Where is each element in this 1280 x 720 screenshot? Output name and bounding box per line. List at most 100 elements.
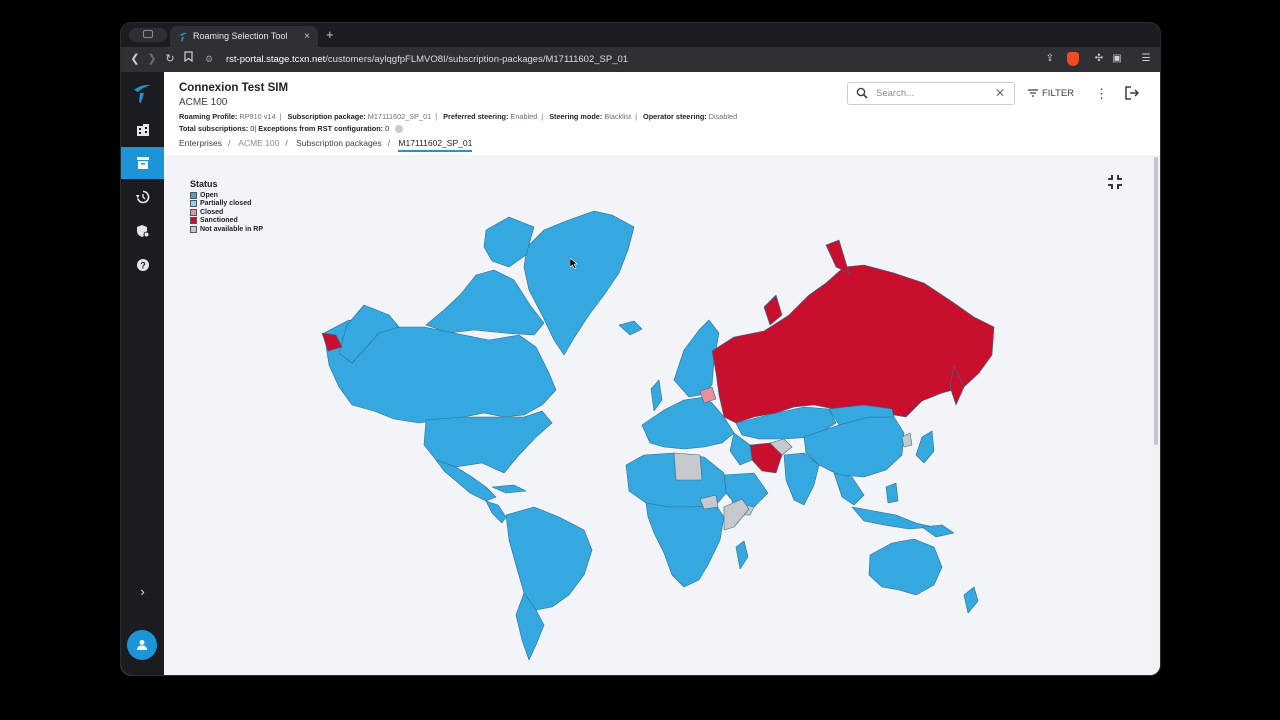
telenor-logo-icon[interactable] bbox=[130, 81, 154, 105]
history-icon bbox=[135, 190, 149, 204]
operator-steering-label: Operator steering: bbox=[643, 112, 707, 121]
filter-label: FILTER bbox=[1042, 88, 1075, 99]
security-settings-icon bbox=[136, 225, 149, 238]
forward-icon[interactable]: ❯ bbox=[144, 51, 160, 67]
country-uk bbox=[650, 379, 663, 412]
country-greenland bbox=[523, 210, 635, 356]
bookmark-icon[interactable] bbox=[180, 51, 196, 67]
wallet-icon[interactable]: ▣ bbox=[1110, 51, 1124, 67]
sidebar: ? › bbox=[121, 72, 164, 675]
scrollbar[interactable] bbox=[1152, 155, 1160, 675]
tab-close-icon[interactable]: × bbox=[304, 26, 310, 47]
sidebar-item-packages[interactable] bbox=[121, 147, 164, 179]
legend-item-partially-closed: Partially closed bbox=[190, 200, 263, 209]
package-meta: Roaming Profile: RP910 v14 | Subscription… bbox=[179, 112, 738, 121]
exceptions-value: 0 bbox=[385, 124, 390, 133]
breadcrumb-acme[interactable]: ACME 100 bbox=[238, 138, 279, 148]
country-iceland bbox=[618, 320, 643, 336]
clear-search-icon[interactable]: ✕ bbox=[995, 83, 1005, 104]
browser-window: Roaming Selection Tool × + ❮ ❯ ↻ ⚙ rst-p… bbox=[121, 23, 1160, 675]
roaming-profile-value: RP910 v14 bbox=[239, 112, 276, 121]
share-icon[interactable]: ⇪ bbox=[1043, 51, 1057, 67]
country-india bbox=[783, 452, 820, 506]
country-australia bbox=[868, 538, 943, 596]
filter-icon bbox=[1028, 89, 1038, 98]
legend-item-not-available: Not available in RP bbox=[190, 225, 263, 234]
region-central-africa bbox=[645, 502, 725, 588]
subscription-meta: Total subscriptions: 0| Exceptions from … bbox=[179, 124, 404, 134]
url-path: /customers/aylqgfpFLMVO8I/subscription-p… bbox=[325, 54, 629, 65]
search-input[interactable]: Search... ✕ bbox=[847, 82, 1015, 105]
enterprise-icon bbox=[136, 124, 149, 136]
legend-item-open: Open bbox=[190, 191, 263, 200]
user-avatar[interactable] bbox=[127, 630, 157, 660]
tab-strip: Roaming Selection Tool × + bbox=[121, 23, 1160, 47]
sidebar-toggle-button[interactable] bbox=[129, 28, 167, 42]
search-placeholder: Search... bbox=[876, 88, 915, 99]
tab-title: Roaming Selection Tool bbox=[193, 31, 288, 41]
country-canada-archipelago bbox=[425, 269, 545, 336]
sidebar-item-enterprises[interactable] bbox=[121, 114, 164, 146]
app: ? › Connexion Test SIM ACME 100 Roaming … bbox=[121, 72, 1160, 675]
breadcrumb-enterprises[interactable]: Enterprises bbox=[179, 138, 222, 148]
country-russia bbox=[711, 264, 995, 424]
info-icon[interactable] bbox=[395, 125, 404, 134]
breadcrumb-current: M17111602_SP_01 bbox=[398, 138, 473, 152]
country-syria-iraq bbox=[729, 432, 753, 466]
scrollbar-thumb[interactable] bbox=[1154, 157, 1158, 445]
sidebar-item-help[interactable]: ? bbox=[121, 249, 164, 281]
roaming-map-panel: Status Open Partially closed Closed Sanc… bbox=[164, 155, 1152, 675]
browser-toolbar: ❮ ❯ ↻ ⚙ rst-portal.stage.tcxn.net/custom… bbox=[121, 47, 1160, 72]
new-tab-button[interactable]: + bbox=[326, 26, 334, 44]
country-libya bbox=[673, 452, 703, 481]
sidebar-item-history[interactable] bbox=[121, 181, 164, 213]
site-settings-icon[interactable]: ⚙ bbox=[205, 50, 213, 69]
package-icon bbox=[136, 157, 149, 169]
expand-sidebar-chevron-icon[interactable]: › bbox=[121, 580, 164, 604]
country-madagascar bbox=[735, 540, 749, 570]
steering-mode-label: Steering mode: bbox=[549, 112, 603, 121]
country-mexico bbox=[435, 459, 497, 502]
legend-title: Status bbox=[190, 179, 218, 189]
legend-item-closed: Closed bbox=[190, 208, 263, 217]
preferred-steering-label: Preferred steering: bbox=[443, 112, 509, 121]
page-title: Connexion Test SIM bbox=[179, 82, 289, 94]
address-bar[interactable]: ⚙ rst-portal.stage.tcxn.net/customers/ay… bbox=[205, 50, 1035, 69]
country-japan bbox=[915, 430, 935, 464]
region-indonesia bbox=[851, 506, 935, 530]
region-southeast-asia bbox=[833, 472, 865, 506]
svg-text:?: ? bbox=[140, 261, 146, 271]
country-new-zealand bbox=[963, 586, 979, 614]
search-icon bbox=[856, 87, 868, 99]
brave-shields-icon[interactable] bbox=[1067, 52, 1079, 66]
legend-item-sanctioned: Sanctioned bbox=[190, 217, 263, 226]
breadcrumb: Enterprises / ACME 100/ Subscription pack… bbox=[179, 138, 473, 152]
subscription-package-value: M17111602_SP_01 bbox=[367, 112, 432, 121]
preferred-steering-value: Enabled bbox=[510, 112, 538, 121]
country-scandinavia bbox=[673, 319, 720, 398]
region-central-america bbox=[485, 500, 507, 524]
mouse-cursor-icon bbox=[570, 258, 578, 269]
sidebar-item-security[interactable] bbox=[121, 215, 164, 247]
country-philippines bbox=[885, 482, 899, 504]
more-options-icon[interactable]: ⋮ bbox=[1095, 83, 1108, 105]
browser-tab[interactable]: Roaming Selection Tool × bbox=[170, 26, 318, 47]
telenor-favicon-icon bbox=[180, 32, 187, 42]
reload-icon[interactable]: ↻ bbox=[162, 51, 178, 67]
url-domain: rst-portal.stage.tcxn.net bbox=[226, 54, 326, 65]
world-map[interactable] bbox=[164, 155, 1152, 675]
exit-fullscreen-icon[interactable] bbox=[1107, 174, 1123, 190]
menu-icon[interactable]: ☰ bbox=[1139, 51, 1153, 67]
exceptions-label: Exceptions from RST configuration: bbox=[258, 124, 384, 133]
country-novaya-zemlya bbox=[825, 239, 850, 274]
page-subtitle: ACME 100 bbox=[179, 97, 228, 108]
subscription-package-label: Subscription package: bbox=[287, 112, 366, 121]
help-icon: ? bbox=[136, 259, 149, 271]
logout-icon[interactable] bbox=[1124, 85, 1140, 101]
extensions-icon[interactable]: ✣ bbox=[1092, 51, 1106, 67]
country-arabia bbox=[723, 472, 769, 508]
back-icon[interactable]: ❮ bbox=[127, 51, 143, 67]
country-cuba bbox=[491, 484, 527, 494]
filter-button[interactable]: FILTER bbox=[1028, 83, 1074, 105]
breadcrumb-subscription-packages[interactable]: Subscription packages bbox=[296, 138, 382, 148]
